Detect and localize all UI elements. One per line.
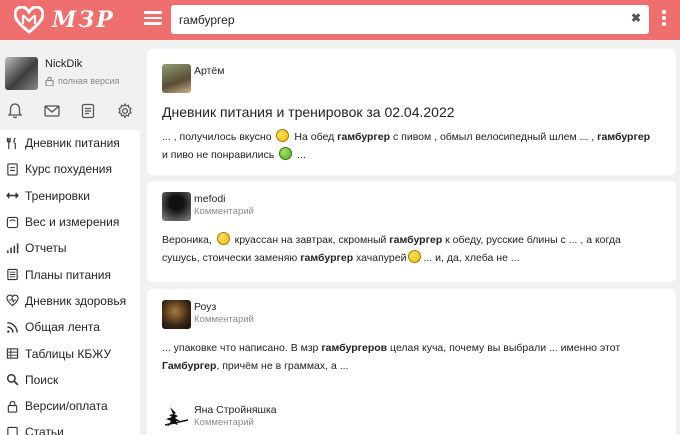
nav-label: Дневник здоровья <box>25 293 127 308</box>
author-avatar[interactable] <box>162 403 191 432</box>
user-status-label: полная версия <box>58 76 120 86</box>
nav-item-health[interactable]: Дневник здоровья <box>0 288 140 314</box>
user-status: полная версия <box>45 76 119 86</box>
card-text: ... , получилось вкусно На обед гамбурге… <box>162 129 651 161</box>
article-icon <box>7 426 18 435</box>
author-name[interactable]: mefodi <box>194 193 226 205</box>
top-bar: МЗР ✖ <box>0 0 680 40</box>
search-icon <box>6 374 19 386</box>
nav-item-versions[interactable]: Версии/оплата <box>0 393 140 419</box>
nav-item-feed[interactable]: Общая лента <box>0 314 140 340</box>
nav-item-course[interactable]: Курс похудения <box>0 156 140 182</box>
gear-icon[interactable] <box>116 102 134 120</box>
author-name[interactable]: Яна Стройняшка <box>194 404 277 416</box>
diary-icon <box>6 137 16 149</box>
author-avatar[interactable] <box>162 64 191 93</box>
logo-text: МЗР <box>52 7 115 33</box>
nav-label: Статьи <box>25 425 64 435</box>
table-icon <box>6 348 19 359</box>
more-options-icon[interactable] <box>659 8 669 32</box>
user-avatar[interactable] <box>5 57 38 90</box>
health-icon <box>6 294 19 307</box>
mail-icon[interactable] <box>43 102 61 120</box>
card-title[interactable]: Дневник питания и тренировок за 02.04.20… <box>162 104 455 120</box>
card-text: Вероника, круассан на завтрак, скромный … <box>162 232 621 264</box>
logo[interactable]: МЗР <box>14 5 124 35</box>
feed-card[interactable]: Яна Стройняшка Комментарий <box>147 392 676 435</box>
sidebar: NickDik полная версия Дневник питания Ку… <box>0 44 140 435</box>
notes-icon[interactable] <box>79 102 97 120</box>
nav-label: Вес и измерения <box>25 215 120 230</box>
bell-icon[interactable] <box>6 102 24 120</box>
feed-card[interactable]: mefodi Комментарий Вероника, круассан на… <box>147 181 676 282</box>
quick-actions <box>6 102 134 120</box>
nav-item-meal-plans[interactable]: Планы питания <box>0 261 140 287</box>
feed: Артём Дневник питания и тренировок за 02… <box>147 44 677 435</box>
nav-item-search[interactable]: Поиск <box>0 367 140 393</box>
workout-icon <box>6 192 19 199</box>
heart-logo-icon <box>14 6 44 34</box>
nav-label: Таблицы КБЖУ <box>25 346 112 361</box>
card-type: Комментарий <box>194 206 254 217</box>
nav-label: Поиск <box>25 372 59 387</box>
user-profile[interactable]: NickDik полная версия <box>5 57 135 91</box>
search-input[interactable] <box>171 5 621 34</box>
course-icon <box>7 163 18 176</box>
author-avatar[interactable] <box>162 300 191 329</box>
user-name[interactable]: NickDik <box>45 58 82 70</box>
nav-item-weight[interactable]: Вес и измерения <box>0 209 140 235</box>
nav-item-diary[interactable]: Дневник питания <box>0 130 140 156</box>
card-text: ... упаковке что написано. В мзр гамбург… <box>162 342 621 372</box>
nav-label: Курс похудения <box>25 162 113 177</box>
nav-label: Дневник питания <box>25 136 120 151</box>
feed-card[interactable]: Артём Дневник питания и тренировок за 02… <box>147 49 676 175</box>
search-box: ✖ <box>171 5 649 34</box>
chart-icon <box>7 243 19 253</box>
author-avatar[interactable] <box>162 192 191 221</box>
nav-label: Версии/оплата <box>25 399 108 414</box>
nav-label: Общая лента <box>25 320 100 335</box>
lock-icon <box>45 76 54 86</box>
feed-icon <box>7 321 18 333</box>
laughing-emoji-icon <box>276 129 290 142</box>
laughing-emoji-icon <box>408 249 422 263</box>
nav-label: Тренировки <box>25 188 91 203</box>
sick-emoji-icon <box>279 146 293 160</box>
smiling-emoji-icon <box>216 232 230 245</box>
nav-item-workouts[interactable]: Тренировки <box>0 183 140 209</box>
hamburger-menu-icon[interactable] <box>141 8 165 32</box>
main-nav: Дневник питания Курс похудения Тренировк… <box>0 130 140 435</box>
nav-item-tables[interactable]: Таблицы КБЖУ <box>0 340 140 366</box>
card-type: Комментарий <box>194 417 254 428</box>
witch-silhouette-icon <box>164 407 189 427</box>
clear-search-icon[interactable]: ✖ <box>631 11 641 25</box>
card-type: Комментарий <box>194 314 254 325</box>
nav-label: Отчеты <box>25 241 67 256</box>
plan-icon <box>7 268 18 281</box>
author-name[interactable]: Артём <box>194 65 224 77</box>
nav-item-articles[interactable]: Статьи <box>0 419 140 435</box>
author-name[interactable]: Роуз <box>194 301 216 313</box>
nav-item-reports[interactable]: Отчеты <box>0 235 140 261</box>
scale-icon <box>6 216 19 228</box>
lock-icon <box>7 400 18 413</box>
nav-label: Планы питания <box>25 267 111 282</box>
